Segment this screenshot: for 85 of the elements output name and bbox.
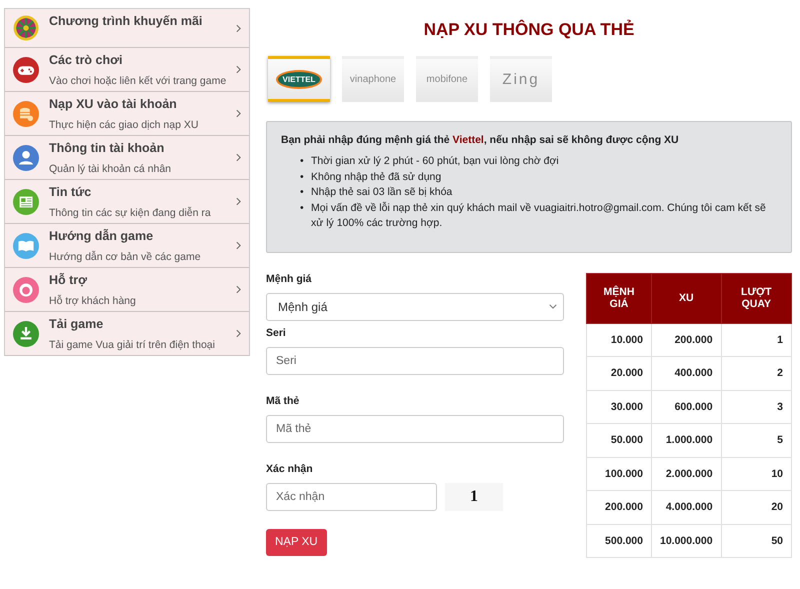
menu-title: Nạp XU vào tài khoản — [49, 97, 178, 111]
chevron-right-icon — [236, 109, 241, 118]
captcha-image: 1 — [445, 482, 503, 510]
menu-title: Các trò chơi — [49, 53, 124, 67]
chevron-right-icon — [236, 285, 241, 294]
table-cell: 4.000.000 — [652, 490, 722, 524]
bullet-marker: • — [300, 170, 305, 184]
column-header: MỆNH GIÁ — [586, 273, 652, 323]
table-cell: 1.000.000 — [652, 424, 722, 457]
table-cell: 1 — [721, 323, 792, 356]
notice-text: Không nhập thẻ đã sử dụng — [311, 170, 442, 184]
menu-subtitle: Hướng dẫn cơ bản về các game — [49, 251, 202, 263]
menu-title: Chương trình khuyến mãi — [49, 14, 204, 28]
bullet-marker: • — [300, 200, 305, 216]
menu-item[interactable]: Hỗ trợ Hỗ trợ khách hàng — [5, 268, 249, 312]
coins-icon — [13, 100, 39, 126]
table-cell: 600.000 — [652, 390, 722, 424]
table-cell: 2 — [721, 356, 792, 390]
table-cell: 10.000.000 — [652, 524, 722, 558]
menu-item[interactable]: Nạp XU vào tài khoản Thực hiện các giao dịch nạp XU — [5, 92, 249, 136]
menu-title: Tải game — [49, 317, 104, 331]
menu-subtitle: Tải game Vua giải trí trên điện thoại — [49, 339, 216, 351]
table-cell: 30.000 — [586, 390, 652, 424]
page-title: NẠP XU THÔNG QUA THẺ — [422, 20, 636, 40]
table-cell: 10.000 — [586, 323, 652, 356]
chevron-right-icon — [236, 65, 241, 74]
column-header: LƯỢT QUAY — [721, 273, 792, 323]
notice-text: Mọi vấn đề về lỗi nạp thẻ xin quý khách mail về vuagiaitri.hotro@gmail.com. Chúng tôi cam kết sẽ xử lý 100% các trường hợp. — [311, 200, 767, 231]
menu-item[interactable]: Chương trình khuyến mãi — [5, 9, 249, 48]
table-cell: 3 — [721, 390, 792, 424]
user-icon — [13, 144, 39, 170]
notice-text: Thời gian xử lý 2 phút - 60 phút, bạn vui lòng chờ đợi — [311, 154, 559, 169]
column-header: XU — [652, 273, 722, 323]
wheel-icon — [13, 15, 39, 41]
table-cell: 20.000 — [586, 356, 652, 390]
bullet-marker: • — [300, 185, 305, 200]
chevron-right-icon — [236, 24, 241, 32]
input-field[interactable]: Mã thẻ — [266, 414, 564, 442]
chevron-right-icon — [236, 241, 241, 250]
menu-subtitle: Hỗ trợ khách hàng — [49, 295, 137, 307]
menu-item[interactable]: Thông tin tài khoản Quản lý tài khoản cá nhân — [5, 136, 249, 180]
chevron-right-icon — [236, 153, 241, 162]
table-cell: 500.000 — [586, 524, 652, 558]
bullet-marker: • — [300, 154, 305, 169]
table-cell: 2.000.000 — [652, 457, 722, 490]
menu-title: Hướng dẫn game — [49, 229, 154, 243]
menu-subtitle: Quản lý tài khoản cá nhân — [49, 163, 172, 175]
carrier-card[interactable]: VIETTEL — [268, 56, 330, 102]
submit-button[interactable]: NẠP XU — [266, 528, 327, 556]
menu-subtitle: Thông tin các sự kiện đang diễn ra — [49, 207, 212, 219]
field-label: Seri — [266, 326, 287, 338]
menu-title: Hỗ trợ — [49, 273, 88, 287]
dropdown[interactable]: Mệnh giá — [266, 292, 564, 320]
newspaper-icon — [13, 188, 39, 214]
chevron-right-icon — [236, 197, 241, 206]
menu-title: Thông tin tài khoản — [49, 141, 166, 155]
chevron-right-icon — [236, 329, 241, 338]
table-cell: 50 — [721, 524, 792, 558]
table-cell: 200.000 — [652, 323, 722, 356]
table-cell: 400.000 — [652, 356, 722, 390]
field-label: Mã thẻ — [266, 394, 300, 406]
field-label: Mệnh giá — [266, 272, 313, 284]
table-cell: 10 — [721, 457, 792, 490]
menu-item[interactable]: Các trò chơi Vào chơi hoặc liên kết với trang game — [5, 48, 249, 92]
notice-text: Nhập thẻ sai 03 lần sẽ bị khóa — [311, 185, 452, 200]
field-label: Xác nhận — [266, 462, 314, 474]
menu-title: Tin tức — [49, 185, 92, 199]
menu-item[interactable]: Tải game Tải game Vua giải trí trên điện thoại — [5, 312, 249, 356]
menu-item[interactable]: Tin tức Thông tin các sự kiện đang diễn ra — [5, 180, 249, 224]
caret-icon — [549, 304, 557, 309]
book-icon — [13, 232, 39, 258]
table-cell: 20 — [721, 490, 792, 524]
gamepad-icon — [13, 56, 39, 82]
notice-heading: Bạn phải nhập đúng mệnh giá thẻ Viettel, nếu nhập sai sẽ không được cộng XU — [281, 134, 680, 146]
support-icon — [13, 276, 39, 302]
menu-item[interactable]: Hướng dẫn game Hướng dẫn cơ bản về các game — [5, 224, 249, 268]
table-cell: 50.000 — [586, 424, 652, 457]
menu-subtitle: Vào chơi hoặc liên kết với trang game — [49, 75, 228, 87]
table-cell: 200.000 — [586, 490, 652, 524]
download-icon — [13, 320, 39, 346]
table-cell: 100.000 — [586, 457, 652, 490]
input-field[interactable]: Seri — [266, 346, 564, 374]
table-cell: 5 — [721, 424, 792, 457]
menu-subtitle: Thực hiện các giao dịch nạp XU — [49, 119, 200, 131]
input-field[interactable]: Xác nhận — [266, 482, 437, 510]
